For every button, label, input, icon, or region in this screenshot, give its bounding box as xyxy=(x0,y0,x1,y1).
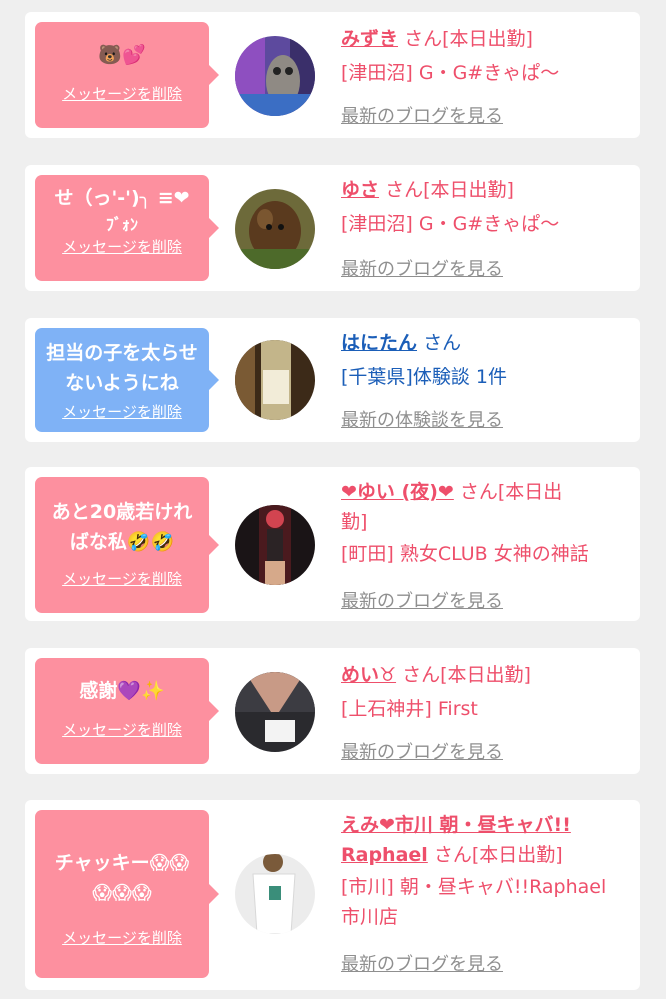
shop-text: [千葉県]体験談 1件 xyxy=(341,366,507,388)
blog-link[interactable]: 最新のブログを見る xyxy=(341,738,503,764)
status-text: さん[本日出勤] xyxy=(385,179,514,201)
message-bubble: 🐻💕 メッセージを削除 xyxy=(35,22,219,128)
blog-link[interactable]: 最新のブログを見る xyxy=(341,255,503,281)
delete-message-link[interactable]: メッセージを削除 xyxy=(35,568,209,589)
review-link[interactable]: 最新の体験談を見る xyxy=(341,406,503,432)
favorite-card: 🐻💕 メッセージを削除 みずき さん[本日出勤] [津田沼] G・G#きゃぱ〜 … xyxy=(25,12,640,138)
card-info: みずき さん[本日出勤] [津田沼] G・G#きゃぱ〜 xyxy=(341,24,632,88)
bubble-message: 🐻💕 xyxy=(98,44,146,66)
favorite-card: あと20歳若けれ ばな私🤣🤣 メッセージを削除 ❤ゆい (夜)❤ さん[本日出 … xyxy=(25,467,640,621)
message-bubble: あと20歳若けれ ばな私🤣🤣 メッセージを削除 xyxy=(35,477,219,613)
blog-link[interactable]: 最新のブログを見る xyxy=(341,587,503,613)
favorite-card: チャッキー😱😱 😱😱😱 メッセージを削除 えみ❤市川 朝・昼キャバ!! Raph… xyxy=(25,800,640,990)
delete-message-link[interactable]: メッセージを削除 xyxy=(35,719,209,740)
girl-name-link[interactable]: ゆさ xyxy=(341,179,379,201)
avatar[interactable] xyxy=(235,36,315,116)
status-text: さん[本日出勤] xyxy=(433,844,563,866)
status-text: さん[本日出 xyxy=(459,481,563,503)
favorites-list: 🐻💕 メッセージを削除 みずき さん[本日出勤] [津田沼] G・G#きゃぱ〜 … xyxy=(0,0,666,999)
message-bubble: 担当の子を太らせ ないようにね メッセージを削除 xyxy=(35,328,219,432)
girl-name-link[interactable]: えみ❤市川 朝・昼キャバ!! xyxy=(341,814,571,836)
bubble-message-line1: あと20歳若けれ xyxy=(51,501,193,523)
blog-link[interactable]: 最新のブログを見る xyxy=(341,950,503,976)
favorite-card: 担当の子を太らせ ないようにね メッセージを削除 はにたん さん [千葉県]体験… xyxy=(25,318,640,442)
girl-name-link[interactable]: ❤ゆい (夜)❤ xyxy=(341,481,454,503)
bubble-message-line1: チャッキー😱😱 xyxy=(54,852,190,874)
delete-message-link[interactable]: メッセージを削除 xyxy=(35,83,209,104)
bubble-message-line2: ﾌﾞｫﾝ xyxy=(105,215,138,234)
bubble-message-line1: 担当の子を太らせ xyxy=(46,342,198,364)
message-bubble: 感謝💜✨ メッセージを削除 xyxy=(35,658,219,764)
shop-text: [上石神井] First xyxy=(341,698,478,720)
favorite-card: せ（っ'-')╮ ≡❤ ﾌﾞｫﾝ メッセージを削除 ゆさ さん[本日出勤] [津… xyxy=(25,165,640,291)
status-text: さん[本日出勤] xyxy=(402,664,531,686)
message-bubble: せ（っ'-')╮ ≡❤ ﾌﾞｫﾝ メッセージを削除 xyxy=(35,175,219,281)
blog-link[interactable]: 最新のブログを見る xyxy=(341,102,503,128)
message-bubble: チャッキー😱😱 😱😱😱 メッセージを削除 xyxy=(35,810,219,978)
delete-message-link[interactable]: メッセージを削除 xyxy=(35,236,209,257)
status-text-cont: 勤] xyxy=(341,511,368,533)
status-text: さん xyxy=(423,332,462,354)
avatar[interactable] xyxy=(235,189,315,269)
delete-message-link[interactable]: メッセージを削除 xyxy=(35,927,209,948)
avatar[interactable] xyxy=(235,340,315,420)
girl-name-link[interactable]: はにたん xyxy=(341,332,417,354)
bubble-message-line2: ばな私🤣🤣 xyxy=(69,531,175,553)
card-info: えみ❤市川 朝・昼キャバ!! Raphael さん[本日出勤] [市川] 朝・昼… xyxy=(341,810,632,932)
avatar[interactable] xyxy=(235,854,315,934)
favorite-card: 感謝💜✨ メッセージを削除 めい♉ さん[本日出勤] [上石神井] First … xyxy=(25,648,640,774)
bubble-message-line1: せ（っ'-')╮ ≡❤ xyxy=(54,187,190,209)
bubble-message: 感謝💜✨ xyxy=(79,680,165,702)
bubble-message-line2: 😱😱😱 xyxy=(92,882,152,904)
bubble-message-line2: ないようにね xyxy=(65,372,179,394)
status-text: さん[本日出勤] xyxy=(404,28,533,50)
avatar[interactable] xyxy=(235,672,315,752)
shop-text: [町田] 熟女CLUB 女神の神話 xyxy=(341,543,589,565)
shop-text-cont: 市川店 xyxy=(341,906,399,928)
delete-message-link[interactable]: メッセージを削除 xyxy=(35,401,209,422)
shop-text: [津田沼] G・G#きゃぱ〜 xyxy=(341,213,560,235)
card-info: ❤ゆい (夜)❤ さん[本日出 勤] [町田] 熟女CLUB 女神の神話 xyxy=(341,477,632,569)
girl-name-link-cont[interactable]: Raphael xyxy=(341,844,428,866)
card-info: ゆさ さん[本日出勤] [津田沼] G・G#きゃぱ〜 xyxy=(341,175,632,239)
card-info: めい♉ さん[本日出勤] [上石神井] First xyxy=(341,660,632,724)
girl-name-link[interactable]: みずき xyxy=(341,28,398,50)
girl-name-link[interactable]: めい♉ xyxy=(341,664,396,686)
shop-text: [津田沼] G・G#きゃぱ〜 xyxy=(341,62,560,84)
shop-text: [市川] 朝・昼キャバ!!Raphael xyxy=(341,876,607,898)
card-info: はにたん さん [千葉県]体験談 1件 xyxy=(341,328,632,392)
avatar[interactable] xyxy=(235,505,315,585)
